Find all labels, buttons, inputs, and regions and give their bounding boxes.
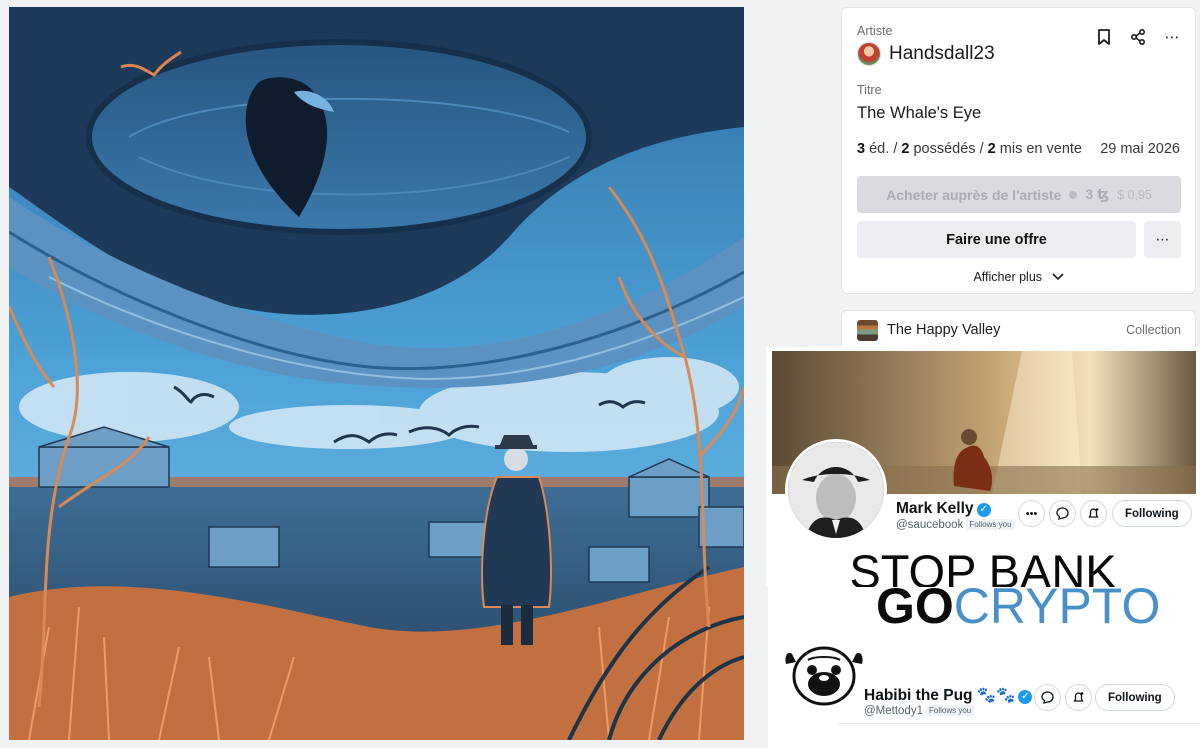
mint-date: 29 mai 2026 [1100,141,1180,157]
make-offer-button[interactable]: Faire une offre [857,221,1136,258]
collection-thumbnail [857,320,878,341]
collection-row[interactable]: The Happy Valley Collection [841,310,1196,350]
show-more-link[interactable]: Afficher plus [842,270,1195,284]
owned-count: 2 [901,141,910,157]
buy-label: Acheter auprès de l'artiste [886,186,1062,203]
handle-text: @Mettody1 [864,705,923,717]
buy-from-artist-button[interactable]: Acheter auprès de l'artiste 3 ꜩ $ 0,95 [857,176,1181,213]
artwork-illustration [9,7,744,740]
verified-badge-icon: ✓ [1018,690,1033,704]
status-dot-icon [1069,190,1078,199]
slogan-stop-bank: STOP BANK [849,545,1117,587]
artist-name[interactable]: Handsdall23 [889,43,995,65]
notification-bell-icon[interactable] [1080,500,1107,527]
collection-type: Collection [1126,323,1181,337]
chevron-down-icon [1051,273,1064,281]
display-name-text: Mark Kelly [896,500,974,517]
price-tez: 3 ꜩ [1085,186,1110,202]
pug-avatar[interactable] [782,642,866,710]
message-icon[interactable] [1049,500,1076,527]
more-icon[interactable]: ⋯ [1163,28,1181,46]
display-name: Mark Kelly ✓ [896,500,991,518]
verified-badge-icon: ✓ [976,503,991,517]
share-icon[interactable] [1129,28,1147,46]
profile-screenshot-habibi: GOCRYPTO Habibi the Pug 🐾🐾 ✓ @Mettody1 Fol… [768,587,1200,723]
display-name: Habibi the Pug 🐾🐾 ✓ [864,686,1033,705]
message-icon[interactable] [1034,684,1061,711]
artwork-image[interactable] [9,7,744,740]
avatar[interactable] [785,439,887,541]
user-handle: @saucebook Follows you [896,519,1015,531]
artist-link[interactable]: Handsdall23 [857,42,995,66]
follows-you-badge: Follows you [925,705,975,716]
following-button[interactable]: Following [1112,500,1192,527]
price-usd: $ 0,95 [1117,187,1152,202]
slogan-crypto: CRYPTO [953,587,1161,634]
follows-you-badge: Follows you [966,519,1015,530]
slogan-go: GO [876,587,954,634]
for-sale-count: 2 [987,141,996,157]
divider [838,723,1200,724]
card-actions: ⋯ [1095,28,1181,46]
user-handle: @Mettody1 Follows you [864,705,975,717]
collection-name[interactable]: The Happy Valley [887,322,1000,338]
more-options-button[interactable]: ⋯ [1144,221,1181,258]
artwork-title: The Whale's Eye [857,104,982,122]
show-more-label: Afficher plus [973,270,1043,284]
more-icon[interactable]: ••• [1018,500,1045,527]
display-name-text: Habibi the Pug 🐾🐾 [864,687,1016,704]
editions-text: éd. [869,141,890,157]
owned-text: possédés [913,141,976,157]
bottom-strip [768,723,1200,748]
stats-separator: / [893,141,898,157]
for-sale-text: mis en vente [999,141,1082,157]
artist-avatar [857,42,881,66]
bookmark-icon[interactable] [1095,28,1113,46]
following-button[interactable]: Following [1095,684,1175,711]
notification-bell-icon[interactable] [1065,684,1092,711]
slogan-go-crypto: GOCRYPTO [768,587,1200,635]
title-label: Titre [857,83,882,97]
edition-stats: 3 éd. / 2 possédés / 2 mis en vente [857,141,1082,157]
artist-label: Artiste [857,24,893,38]
editions-count: 3 [857,141,866,157]
handle-text: @saucebook [896,519,964,531]
stats-separator: / [979,141,984,157]
profile-screenshot-mark-kelly: Mark Kelly ✓ @saucebook Follows you ••• Fo… [766,347,1200,587]
listing-card: Artiste Handsdall23 ⋯ Titre The Whale's … [841,7,1196,294]
